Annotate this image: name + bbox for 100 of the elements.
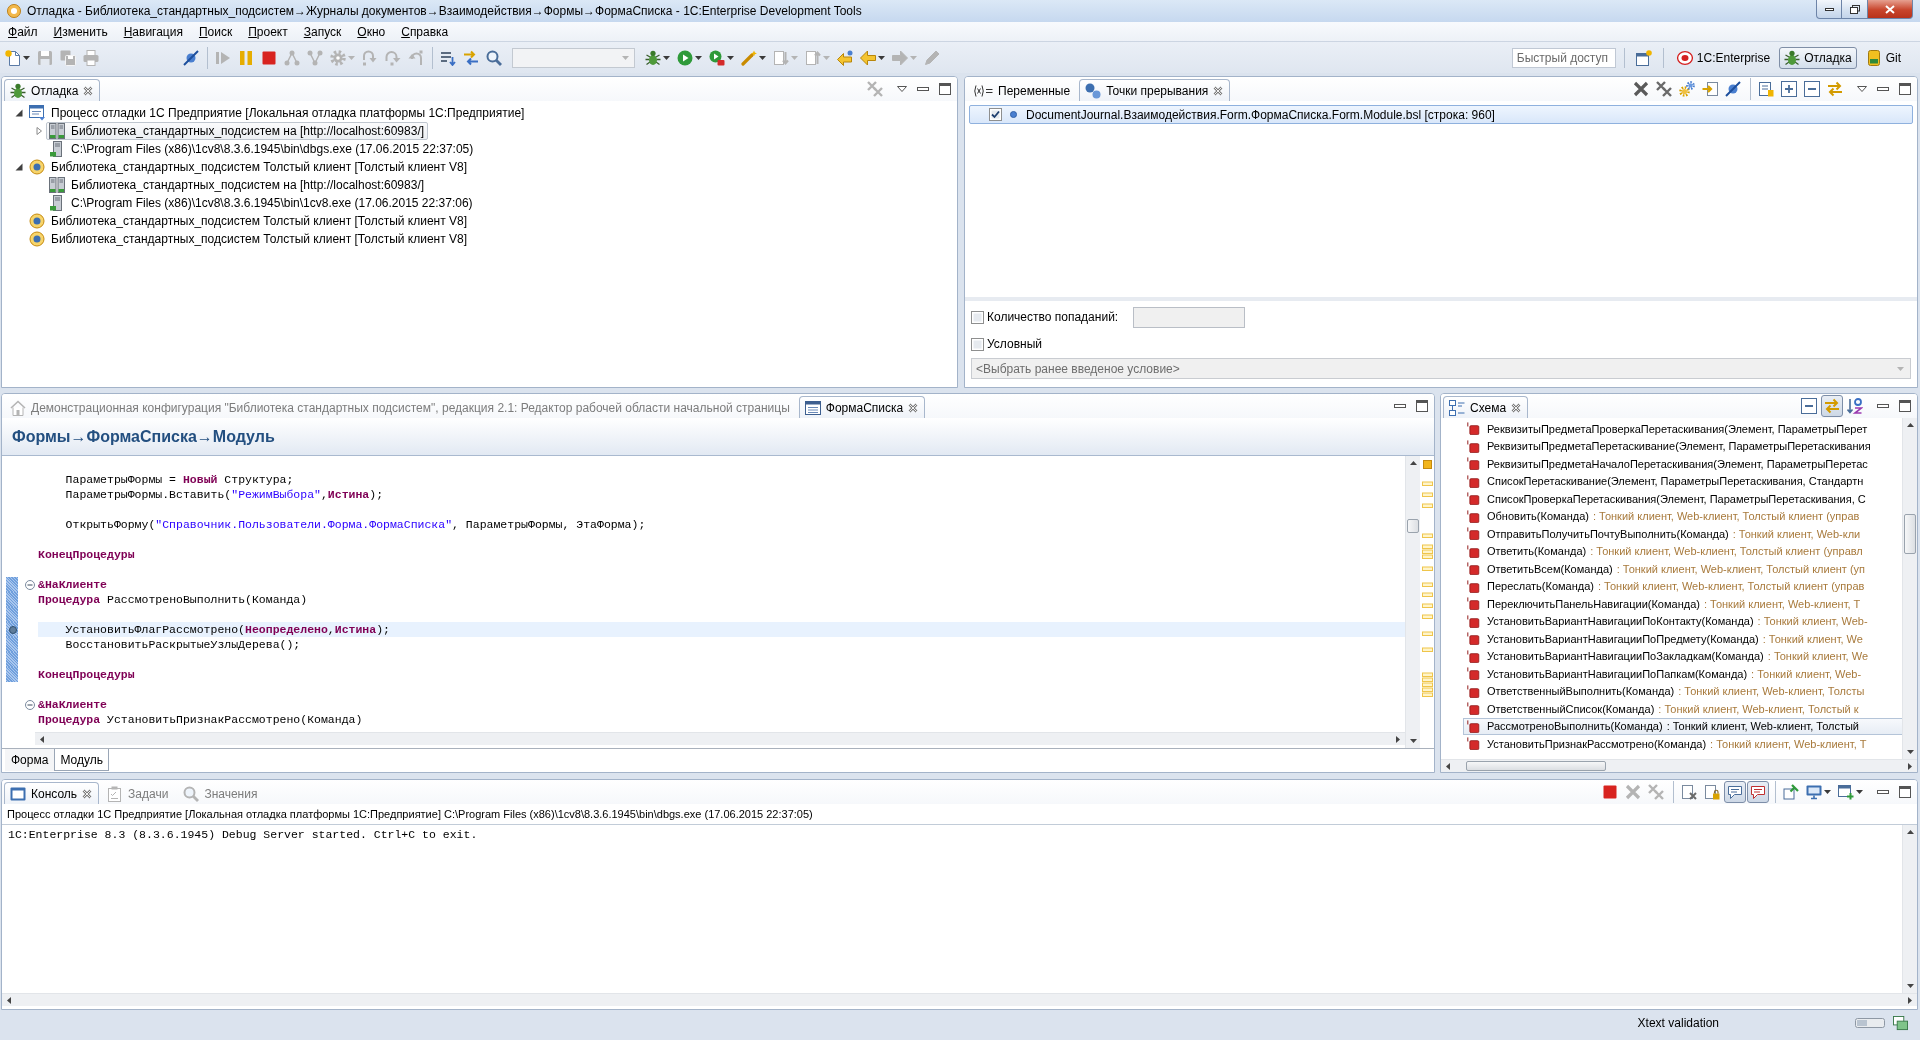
outline-item[interactable]: СписокПеретаскивание(Элемент, ПараметрыПеретаскивания, Стандартн <box>1463 472 1902 490</box>
view-tab[interactable]: Переменные <box>967 79 1078 101</box>
checkbox[interactable] <box>971 310 984 324</box>
link-button[interactable] <box>1821 395 1843 417</box>
outline-item[interactable]: ОтветственныйВыполнить(Команда) : Тонкий клиент, Web-клиент, Толсты <box>1463 682 1902 700</box>
view-menu-icon[interactable] <box>897 86 907 92</box>
editor-page-tab[interactable]: Модуль <box>54 749 109 771</box>
close-icon[interactable] <box>83 85 94 96</box>
minimize-icon[interactable] <box>1877 404 1889 408</box>
vertical-scrollbar[interactable] <box>1902 418 1917 759</box>
close-icon[interactable] <box>1213 85 1224 96</box>
scroll-right-arrow-icon[interactable] <box>1396 735 1400 743</box>
scroll-up-arrow-icon[interactable] <box>1409 461 1417 465</box>
scroll-up-arrow-icon[interactable] <box>1906 423 1914 427</box>
restore-button[interactable] <box>1842 0 1868 19</box>
scroll-down-arrow-icon[interactable] <box>1409 739 1417 743</box>
scroll-down-arrow-icon[interactable] <box>1906 984 1914 988</box>
outline-item[interactable]: ОтветственныйСписок(Команда) : Тонкий клиент, Web-клиент, Толстый к <box>1463 700 1902 718</box>
fold-icon[interactable] <box>25 579 35 590</box>
tree-item[interactable]: Процесс отладки 1С Предприятие [Локальная отладка платформы 1С:Предприятие] <box>26 104 529 122</box>
sort-button[interactable] <box>1844 395 1866 417</box>
tree-item[interactable]: C:\Program Files (x86)\1cv8\8.3.6.1945\bin\1cv8.exe (17.06.2015 22:37:06) <box>46 194 477 212</box>
checkbox[interactable] <box>989 108 1002 121</box>
outline-item[interactable]: УстановитьВариантНавигацииПоПредмету(Команда) : Тонкий клиент, We <box>1463 630 1902 648</box>
outline-item[interactable]: ОтветитьВсем(Команда) : Тонкий клиент, Web-клиент, Толстый клиент (уп <box>1463 560 1902 578</box>
maximize-icon[interactable] <box>1899 83 1911 95</box>
scroll-up-arrow-icon[interactable] <box>1906 830 1914 834</box>
outline-item[interactable]: Ответить(Команда) : Тонкий клиент, Web-клиент, Толстый клиент (управл <box>1463 542 1902 560</box>
scroll-down-arrow-icon[interactable] <box>1906 750 1914 754</box>
bar-icon[interactable] <box>1855 1018 1885 1028</box>
scrollbar-thumb[interactable] <box>1904 514 1916 554</box>
scroll-left-arrow-icon[interactable] <box>40 735 44 743</box>
maximize-icon[interactable] <box>1899 400 1911 412</box>
maximize-icon[interactable] <box>1899 786 1911 798</box>
view-tab[interactable]: Точки прерывания <box>1079 79 1231 101</box>
show-output-button[interactable] <box>1724 781 1746 803</box>
scroll-left-arrow-icon[interactable] <box>7 996 11 1004</box>
vertical-scrollbar[interactable] <box>1902 825 1917 993</box>
outline-item[interactable]: УстановитьВариантНавигацииПоКонтакту(Команда) : Тонкий клиент, Web- <box>1463 612 1902 630</box>
view-tab[interactable]: Значения <box>177 782 265 804</box>
outline-item[interactable]: Обновить(Команда) : Тонкий клиент, Web-клиент, Толстый клиент (управ <box>1463 507 1902 525</box>
minimize-button[interactable] <box>1816 0 1842 19</box>
close-button[interactable] <box>1868 0 1913 19</box>
view-tab[interactable]: Задачи <box>101 782 176 804</box>
breakpoint-item[interactable]: DocumentJournal.Взаимодействия.Form.ФормаСписка.Form.Module.bsl [строка: 960] <box>969 105 1913 124</box>
collapse-all-button[interactable] <box>1801 78 1823 100</box>
tree-item[interactable]: Библиотека_стандартных_подсистем Толстый клиент [Толстый клиент V8] <box>26 230 472 248</box>
maximize-icon[interactable] <box>1416 400 1428 412</box>
editor-page-tab[interactable]: Форма <box>5 749 55 771</box>
outline-item[interactable]: РассмотреноВыполнить(Команда) : Тонкий клиент, Web-клиент, Толстый <box>1463 717 1902 735</box>
view-tab[interactable]: Отладка <box>4 79 101 101</box>
screens-icon[interactable] <box>1893 1015 1908 1031</box>
horizontal-scrollbar[interactable] <box>2 993 1917 1006</box>
minimize-icon[interactable] <box>1877 87 1889 91</box>
minimize-icon[interactable] <box>1394 404 1406 408</box>
collapse-all-button[interactable] <box>1798 395 1820 417</box>
outline-item[interactable]: ПереключитьПанельНавигации(Команда) : Тонкий клиент, Web-клиент, Т <box>1463 595 1902 613</box>
scroll-right-arrow-icon[interactable] <box>1908 996 1912 1004</box>
perspective-button[interactable]: 1C:Enterprise <box>1671 46 1776 69</box>
perspective-button[interactable]: Git <box>1860 46 1906 69</box>
menu-item[interactable]: Изменить <box>45 22 116 41</box>
expanded-arrow-icon[interactable] <box>15 109 23 117</box>
checkbox[interactable] <box>971 337 984 351</box>
view-tab[interactable]: Демонстрационная конфигурация "Библиотека стандартных подсистем", редакция 2.1: Редактор рабочей области начальной страницы <box>4 396 797 418</box>
view-tab[interactable]: Схема <box>1443 396 1529 418</box>
tree-item[interactable]: Библиотека_стандартных_подсистем Толстый клиент [Толстый клиент V8] <box>26 158 472 176</box>
close-icon[interactable] <box>82 788 93 799</box>
minimize-icon[interactable] <box>1877 790 1889 794</box>
perspective-button[interactable]: Отладка <box>1779 46 1857 69</box>
tree-item[interactable]: Библиотека_стандартных_подсистем на [http://localhost:60983/] <box>46 122 429 140</box>
quick-access-field[interactable]: Быстрый доступ <box>1511 47 1616 68</box>
tree-item[interactable]: Библиотека_стандартных_подсистем на [http://localhost:60983/] <box>46 176 429 194</box>
menu-item[interactable]: Навигация <box>115 22 191 41</box>
menu-item[interactable]: Файл <box>0 22 46 41</box>
horizontal-scrollbar[interactable] <box>1441 759 1917 772</box>
outline-item[interactable]: УстановитьВариантНавигацииПоПапкам(Команда) : Тонкий клиент, Web- <box>1463 665 1902 683</box>
menu-item[interactable]: Справка <box>393 22 457 41</box>
scrollbar-thumb[interactable] <box>1466 761 1606 771</box>
outline-item[interactable]: ОтправитьПолучитьПочтуВыполнить(Команда) : Тонкий клиент, Web-кли <box>1463 525 1902 543</box>
view-tab[interactable]: Консоль <box>4 782 100 804</box>
outline-item[interactable]: УстановитьПризнакРассмотрено(Команда) : Тонкий клиент, Web-клиент, Т <box>1463 735 1902 753</box>
scrollbar-thumb[interactable] <box>1407 519 1419 533</box>
close-icon[interactable] <box>908 402 919 413</box>
menu-item[interactable]: Запуск <box>295 22 350 41</box>
menu-item[interactable]: Проект <box>240 22 296 41</box>
outline-item[interactable]: УстановитьВариантНавигацииПоЗакладкам(Команда) : Тонкий клиент, We <box>1463 647 1902 665</box>
vertical-scrollbar[interactable] <box>1405 456 1420 748</box>
tree-item[interactable]: C:\Program Files (x86)\1cv8\8.3.6.1945\bin\dbgs.exe (17.06.2015 22:37:05) <box>46 140 478 158</box>
collapsed-arrow-icon[interactable] <box>35 127 43 135</box>
scroll-right-arrow-icon[interactable] <box>1908 762 1912 770</box>
view-tab[interactable]: ФормаСписка <box>798 396 926 418</box>
outline-item[interactable]: Переслать(Команда) : Тонкий клиент, Web-клиент, Толстый клиент (управ <box>1463 577 1902 595</box>
expanded-arrow-icon[interactable] <box>15 163 23 171</box>
outline-item[interactable]: СписокПроверкаПеретаскивания(Элемент, ПараметрыПеретаскивания, С <box>1463 490 1902 508</box>
show-errors-button[interactable] <box>1747 781 1769 803</box>
tree-item[interactable]: Библиотека_стандартных_подсистем Толстый клиент [Толстый клиент V8] <box>26 212 472 230</box>
view-menu-icon[interactable] <box>1857 86 1867 92</box>
horizontal-scrollbar[interactable] <box>35 732 1405 745</box>
close-icon[interactable] <box>1511 402 1522 413</box>
expand-all-button[interactable] <box>1778 78 1800 100</box>
